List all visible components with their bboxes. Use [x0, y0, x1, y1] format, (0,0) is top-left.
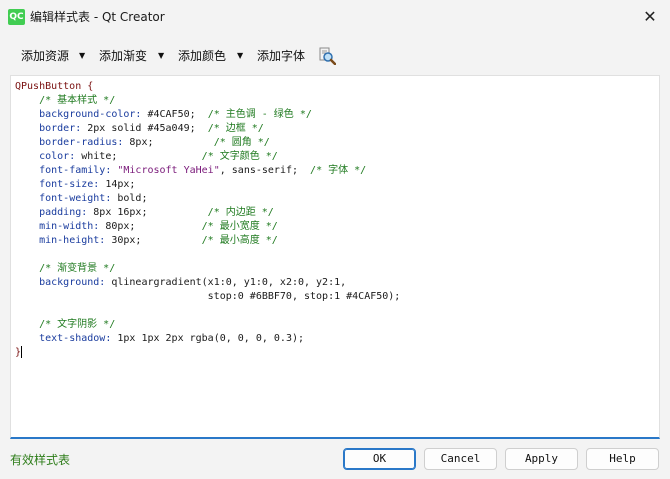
apply-button[interactable]: Apply — [505, 448, 578, 470]
code-token: /* 字体 */ — [310, 165, 367, 176]
code-token: /* 边框 */ — [207, 123, 264, 134]
text-caret — [21, 346, 23, 358]
add-color-dropdown-arrow[interactable]: ▼ — [237, 42, 243, 70]
code-token: 1px 1px 2px rgba(0, 0, 0, 0.3); — [117, 333, 305, 344]
add-font-button[interactable]: 添加字体 — [257, 42, 305, 70]
code-line: background-color: #4CAF50; /* 主色调 - 绿色 *… — [15, 108, 400, 122]
code-line: /* 文字阴影 */ — [15, 318, 400, 332]
code-line: font-weight: bold; — [15, 192, 400, 206]
code-token: 80px; — [105, 221, 202, 232]
code-line: min-height: 30px; /* 最小高度 */ — [15, 234, 400, 248]
code-token: font-size: — [39, 179, 106, 190]
validity-status: 有效样式表 — [10, 453, 71, 467]
code-line: font-size: 14px; — [15, 178, 400, 192]
code-line: color: white; /* 文字颜色 */ — [15, 150, 400, 164]
code-token: padding: — [39, 207, 94, 218]
code-line: padding: 8px 16px; /* 内边距 */ — [15, 206, 400, 220]
code-token: 14px; — [105, 179, 136, 190]
stylesheet-editor[interactable]: QPushButton { /* 基本样式 */ background-colo… — [10, 75, 660, 439]
code-token: /* 基本样式 */ — [39, 95, 116, 106]
code-token: 2px solid #45a049; — [87, 123, 208, 134]
code-token: min-height: — [39, 235, 112, 246]
code-token: stop:0 #6BBF70, stop:1 #4CAF50); — [207, 291, 401, 302]
title-bar: QC 编辑样式表 - Qt Creator ✕ — [0, 0, 670, 34]
code-line: min-width: 80px; /* 最小宽度 */ — [15, 220, 400, 234]
code-token: #4CAF50; — [147, 109, 208, 120]
add-gradient-button[interactable]: 添加渐变 — [99, 42, 147, 70]
code-token: min-width: — [39, 221, 106, 232]
window-title: 编辑样式表 - Qt Creator — [30, 10, 165, 24]
add-color-button[interactable]: 添加颜色 — [178, 42, 226, 70]
code-token: bold; — [117, 193, 148, 204]
code-token: QPushButton { — [15, 81, 94, 92]
cancel-button[interactable]: Cancel — [424, 448, 497, 470]
code-token: /* 渐变背景 */ — [39, 263, 116, 274]
toolbar: 添加资源 ▼ 添加渐变 ▼ 添加颜色 ▼ 添加字体 — [0, 42, 670, 70]
code-content: QPushButton { /* 基本样式 */ background-colo… — [15, 80, 400, 360]
add-gradient-dropdown-arrow[interactable]: ▼ — [158, 42, 164, 70]
code-token: 8px; — [129, 137, 214, 148]
code-line: text-shadow: 1px 1px 2px rgba(0, 0, 0, 0… — [15, 332, 400, 346]
code-line: border: 2px solid #45a049; /* 边框 */ — [15, 122, 400, 136]
code-token: border: — [39, 123, 88, 134]
qt-creator-logo-icon: QC — [8, 9, 25, 25]
code-token: background: — [39, 277, 112, 288]
help-button[interactable]: Help — [586, 448, 659, 470]
close-button[interactable]: ✕ — [630, 0, 670, 34]
code-token: "Microsoft YaHei" — [117, 165, 220, 176]
code-line: background: qlineargradient(x1:0, y1:0, … — [15, 276, 400, 290]
code-token: border-radius: — [39, 137, 130, 148]
find-icon[interactable] — [318, 47, 336, 65]
code-token: /* 最小宽度 */ — [201, 221, 278, 232]
code-token: , sans-serif; — [219, 165, 311, 176]
code-token: font-weight: — [39, 193, 118, 204]
code-token: 8px 16px; — [93, 207, 208, 218]
code-token: color: — [39, 151, 82, 162]
add-resource-dropdown-arrow[interactable]: ▼ — [79, 42, 85, 70]
code-token: background-color: — [39, 109, 148, 120]
code-line: stop:0 #6BBF70, stop:1 #4CAF50); — [15, 290, 401, 304]
code-line: font-family: "Microsoft YaHei", sans-ser… — [15, 164, 400, 178]
code-line: QPushButton { — [15, 80, 400, 94]
code-token: /* 圆角 */ — [213, 137, 270, 148]
code-line: /* 基本样式 */ — [15, 94, 400, 108]
code-token: font-family: — [39, 165, 118, 176]
code-token: /* 文字阴影 */ — [39, 319, 116, 330]
code-token: qlineargradient(x1:0, y1:0, x2:0, y2:1, — [111, 277, 347, 288]
code-token: /* 最小高度 */ — [201, 235, 278, 246]
code-token: /* 主色调 - 绿色 */ — [207, 109, 312, 120]
code-line: } — [15, 346, 400, 360]
code-token: 30px; — [111, 235, 202, 246]
code-line: /* 渐变背景 */ — [15, 262, 400, 276]
code-token: text-shadow: — [39, 333, 118, 344]
code-line: border-radius: 8px; /* 圆角 */ — [15, 136, 400, 150]
code-token: /* 内边距 */ — [207, 207, 274, 218]
ok-button[interactable]: OK — [343, 448, 416, 470]
code-token: white; — [81, 151, 202, 162]
code-token: /* 文字颜色 */ — [201, 151, 278, 162]
add-resource-button[interactable]: 添加资源 — [21, 42, 69, 70]
